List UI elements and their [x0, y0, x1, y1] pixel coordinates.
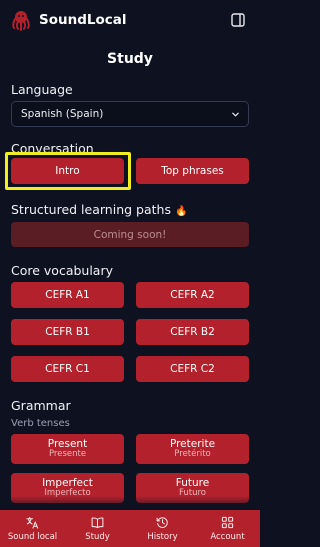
nav-item-history[interactable]: History	[130, 510, 195, 547]
octopus-logo-icon	[10, 9, 32, 31]
language-label: Language	[11, 82, 73, 97]
app-name: SoundLocal	[39, 12, 127, 28]
nav-label: History	[147, 531, 178, 542]
top-bar: SoundLocal	[0, 0, 260, 40]
nav-item-account[interactable]: Account	[195, 510, 260, 547]
top-phrases-button[interactable]: Top phrases	[136, 158, 249, 184]
chevron-down-icon	[232, 112, 239, 117]
sidebar-toggle-icon[interactable]	[230, 12, 246, 28]
cefr-c2-button[interactable]: CEFR C2	[136, 356, 249, 382]
translate-icon	[26, 516, 39, 529]
cefr-b1-button[interactable]: CEFR B1	[11, 319, 124, 345]
history-icon	[156, 516, 168, 528]
language-select[interactable]: Spanish (Spain)	[11, 101, 249, 127]
cefr-b2-button[interactable]: CEFR B2	[136, 319, 249, 345]
cefr-c1-button[interactable]: CEFR C1	[11, 356, 124, 382]
language-selected-value: Spanish (Spain)	[21, 108, 104, 120]
nav-item-study[interactable]: Study	[65, 510, 130, 547]
nav-label: Account	[210, 531, 245, 542]
bottom-nav: Sound local Study History Account	[0, 510, 260, 547]
fire-icon: 🔥	[174, 206, 188, 217]
coming-soon-button: Coming soon!	[11, 222, 249, 247]
tense-native-name: Pretérito	[174, 449, 211, 460]
nav-label: Sound local	[7, 531, 58, 542]
book-icon	[91, 517, 104, 528]
scroll-fade	[0, 496, 260, 510]
tense-present-button[interactable]: Present Presente	[11, 434, 124, 464]
learning-paths-label: Structured learning paths 🔥	[11, 202, 187, 217]
selection-highlight	[5, 152, 131, 190]
study-screen: SoundLocal Study Language Spanish (Spain…	[0, 0, 260, 547]
grammar-label: Grammar	[11, 398, 71, 413]
core-vocabulary-label: Core vocabulary	[11, 263, 114, 278]
nav-item-sound-local[interactable]: Sound local	[0, 510, 65, 547]
tense-native-name: Presente	[48, 449, 87, 460]
tense-preterite-button[interactable]: Preterite Pretérito	[136, 434, 249, 464]
cefr-a1-button[interactable]: CEFR A1	[11, 282, 124, 308]
grid-icon	[221, 516, 234, 528]
cefr-a2-button[interactable]: CEFR A2	[136, 282, 249, 308]
nav-label: Study	[85, 531, 110, 542]
learning-paths-label-text: Structured learning paths	[11, 202, 171, 217]
verb-tenses-label: Verb tenses	[11, 418, 70, 429]
page-title: Study	[107, 51, 153, 67]
